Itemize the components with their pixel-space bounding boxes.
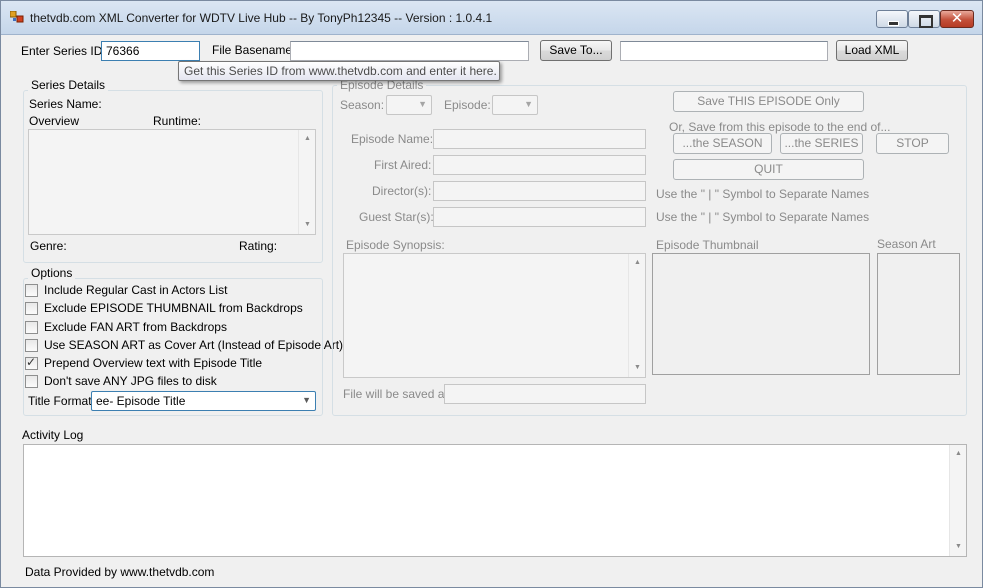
activity-log-label: Activity Log [22,428,84,442]
episode-select[interactable]: ▼ [492,95,538,115]
checkbox[interactable] [25,375,38,388]
season-select[interactable]: ▼ [386,95,432,115]
chevron-down-icon: ▼ [524,99,533,109]
series-details-title: Series Details [28,78,109,92]
episode-name-input[interactable] [433,129,646,149]
first-aired-input[interactable] [433,155,646,175]
data-credit[interactable]: Data Provided by www.thetvdb.com [25,565,214,579]
minimize-button[interactable] [876,10,908,28]
checkbox[interactable] [25,284,38,297]
quit-button[interactable]: QUIT [673,159,864,180]
stop-button[interactable]: STOP [876,133,949,154]
checkbox[interactable] [25,339,38,352]
title-bar[interactable]: thetvdb.com XML Converter for WDTV Live … [1,1,982,35]
overview-textarea[interactable]: ▲ ▼ [28,129,316,235]
options-title: Options [28,266,76,280]
saved-as-input[interactable] [444,384,646,404]
genre-label: Genre: [30,239,67,253]
scroll-up-icon[interactable]: ▲ [950,449,967,459]
scroll-down-icon[interactable]: ▼ [629,363,646,373]
scroll-down-icon[interactable]: ▼ [299,220,316,230]
checkbox[interactable] [25,302,38,315]
directors-input[interactable] [433,181,646,201]
chevron-down-icon: ▼ [418,99,427,109]
scroll-up-icon[interactable]: ▲ [629,258,646,268]
rating-label: Rating: [239,239,278,253]
title-format-value: ee- Episode Title [96,394,186,408]
checkbox[interactable]: ✓ [25,355,38,370]
scroll-up-icon[interactable]: ▲ [299,134,316,144]
series-id-tooltip: Get this Series ID from www.thetvdb.com … [178,61,500,81]
overview-label: Overview [29,114,80,128]
series-id-input[interactable]: 76366 [101,41,200,61]
episode-label: Episode: [444,98,491,112]
episode-thumbnail-label: Episode Thumbnail [656,238,759,252]
file-basename-input[interactable] [290,41,529,61]
series-name-label: Series Name: [29,97,102,111]
close-icon: ✕ [950,10,964,27]
synopsis-scrollbar[interactable]: ▲ ▼ [628,254,645,377]
guest-stars-input[interactable] [433,207,646,227]
window-title: thetvdb.com XML Converter for WDTV Live … [30,11,493,25]
save-this-episode-button[interactable]: Save THIS EPISODE Only [673,91,864,112]
app-window: thetvdb.com XML Converter for WDTV Live … [0,0,983,588]
scroll-down-icon[interactable]: ▼ [950,542,967,552]
close-button[interactable]: ✕ [940,10,974,28]
save-series-button[interactable]: ...the SERIES [780,133,863,154]
directors-separator-hint: Use the " | " Symbol to Separate Names [656,187,870,201]
title-format-select[interactable]: ee- Episode Title ▼ [91,391,316,411]
title-format-label: Title Format : [28,394,99,408]
maximize-button[interactable] [908,10,940,28]
episode-name-label: Episode Name: [351,132,434,146]
season-art-label: Season Art [877,237,936,251]
episode-thumbnail-image [652,253,870,375]
runtime-label: Runtime: [153,114,202,128]
series-id-label: Enter Series ID [21,44,103,58]
first-aired-label: First Aired: [374,158,432,172]
save-range-hint: Or, Save from this episode to the end of… [669,120,891,134]
save-to-button[interactable]: Save To... [540,40,612,61]
directors-label: Director(s): [372,184,432,198]
app-icon [10,11,24,23]
episode-synopsis-textarea[interactable]: ▲ ▼ [343,253,646,378]
activity-log-textarea[interactable]: ▲ ▼ [23,444,967,557]
guest-stars-label: Guest Star(s): [359,210,434,224]
log-scrollbar[interactable]: ▲ ▼ [949,445,966,556]
chevron-down-icon: ▼ [302,395,311,405]
file-basename-label: File Basename [212,43,293,57]
save-path-input[interactable] [620,41,828,61]
load-xml-button[interactable]: Load XML [836,40,908,61]
season-art-image [877,253,960,375]
check-icon: ✓ [26,355,37,369]
checkbox[interactable] [25,321,38,334]
episode-synopsis-label: Episode Synopsis: [346,238,445,252]
season-label: Season: [340,98,385,112]
saved-as-label: File will be saved as: [343,387,454,401]
save-season-button[interactable]: ...the SEASON [673,133,772,154]
guest-stars-separator-hint: Use the " | " Symbol to Separate Names [656,210,870,224]
overview-scrollbar[interactable]: ▲ ▼ [298,130,315,234]
